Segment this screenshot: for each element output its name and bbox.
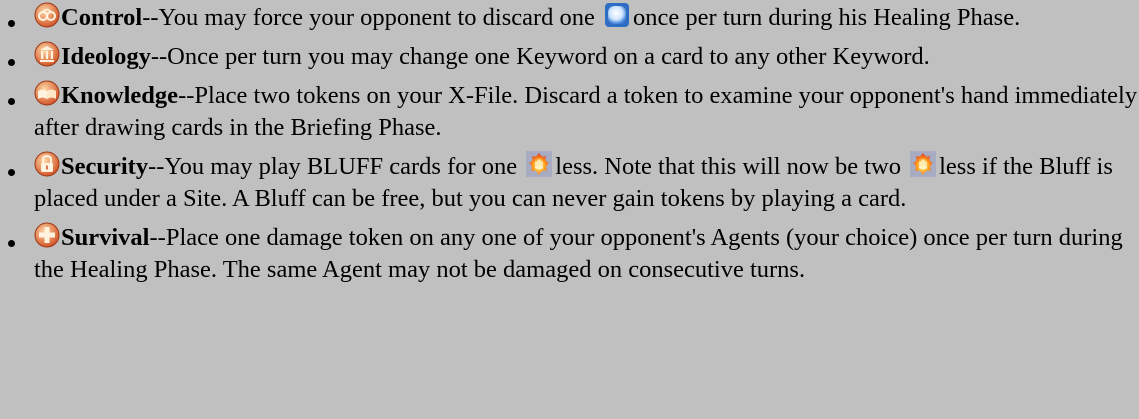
list-item-control: Control--You may force your opponent to …	[8, 2, 1139, 34]
control-agenda-icon	[34, 2, 60, 28]
knowledge-agenda-icon	[34, 80, 60, 106]
list-item-survival: Survival--Place one damage token on any …	[8, 222, 1139, 286]
list-item-security: Security--You may play BLUFF cards for o…	[8, 151, 1139, 215]
agenda-list: Control--You may force your opponent to …	[0, 0, 1139, 286]
keyword-survival: Survival	[61, 224, 150, 251]
card-resource-icon	[604, 2, 630, 28]
item-text: --Once per turn you may change one Keywo…	[150, 43, 930, 70]
ideology-agenda-icon	[34, 41, 60, 67]
flame-hand-token-icon	[910, 151, 937, 177]
keyword-control: Control	[61, 4, 143, 31]
item-text: --Place one damage token on any one of y…	[34, 224, 1123, 283]
list-item-knowledge: Knowledge--Place two tokens on your X-Fi…	[8, 80, 1139, 144]
item-text: --Place two tokens on your X-File. Disca…	[34, 82, 1138, 141]
keyword-ideology: Ideology	[61, 43, 151, 70]
list-item-ideology: Ideology--Once per turn you may change o…	[8, 41, 1139, 73]
security-agenda-icon	[34, 151, 60, 177]
item-text: --You may force your opponent to discard…	[142, 4, 595, 31]
item-text: once per turn during his Healing Phase.	[633, 4, 1021, 31]
flame-hand-token-icon	[526, 151, 553, 177]
keyword-knowledge: Knowledge	[61, 82, 179, 109]
item-text: less. Note that this will now be two	[555, 153, 901, 180]
item-text: --You may play BLUFF cards for one	[148, 153, 518, 180]
survival-agenda-icon	[34, 222, 60, 248]
keyword-security: Security	[61, 153, 149, 180]
